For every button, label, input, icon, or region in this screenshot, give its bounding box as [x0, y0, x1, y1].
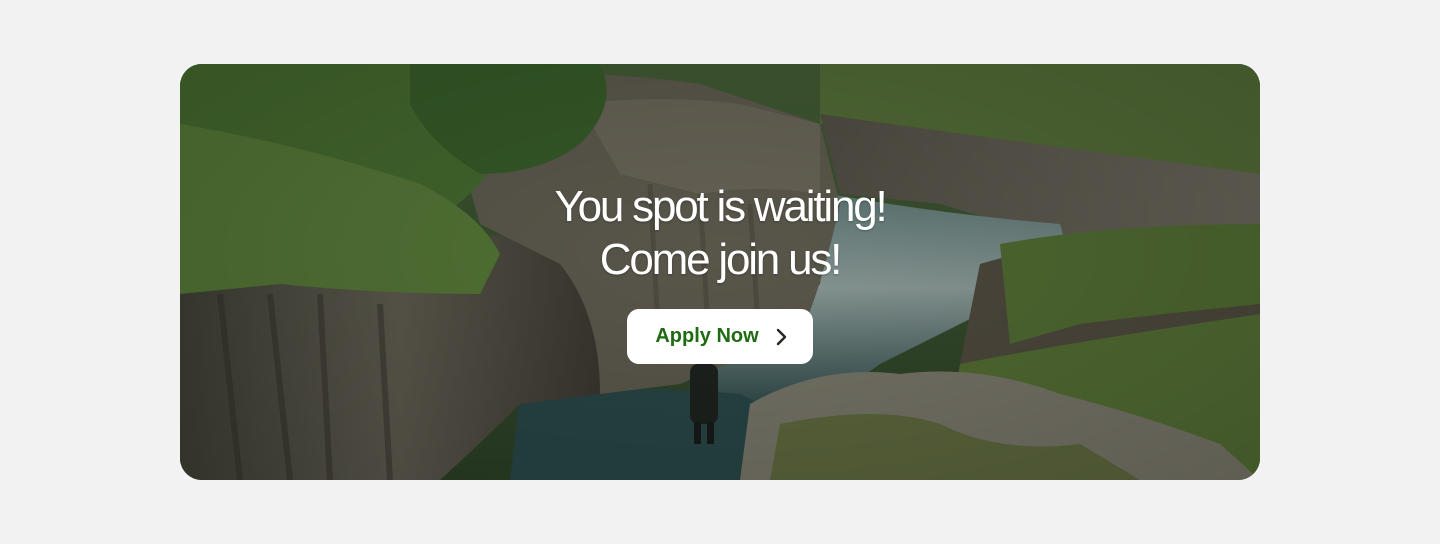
headline-line-2: Come join us! [599, 235, 843, 284]
chevron-right-icon [773, 327, 789, 347]
banner-headline: You spot is waiting! Come join us! [420, 180, 1020, 286]
cta-banner: You spot is waiting! Come join us! Apply… [180, 64, 1260, 480]
apply-now-label: Apply Now [655, 325, 759, 347]
apply-now-button[interactable]: Apply Now [627, 309, 813, 364]
banner-content: You spot is waiting! Come join us! Apply… [180, 64, 1260, 480]
headline-line-1: You spot is waiting! [554, 182, 887, 231]
